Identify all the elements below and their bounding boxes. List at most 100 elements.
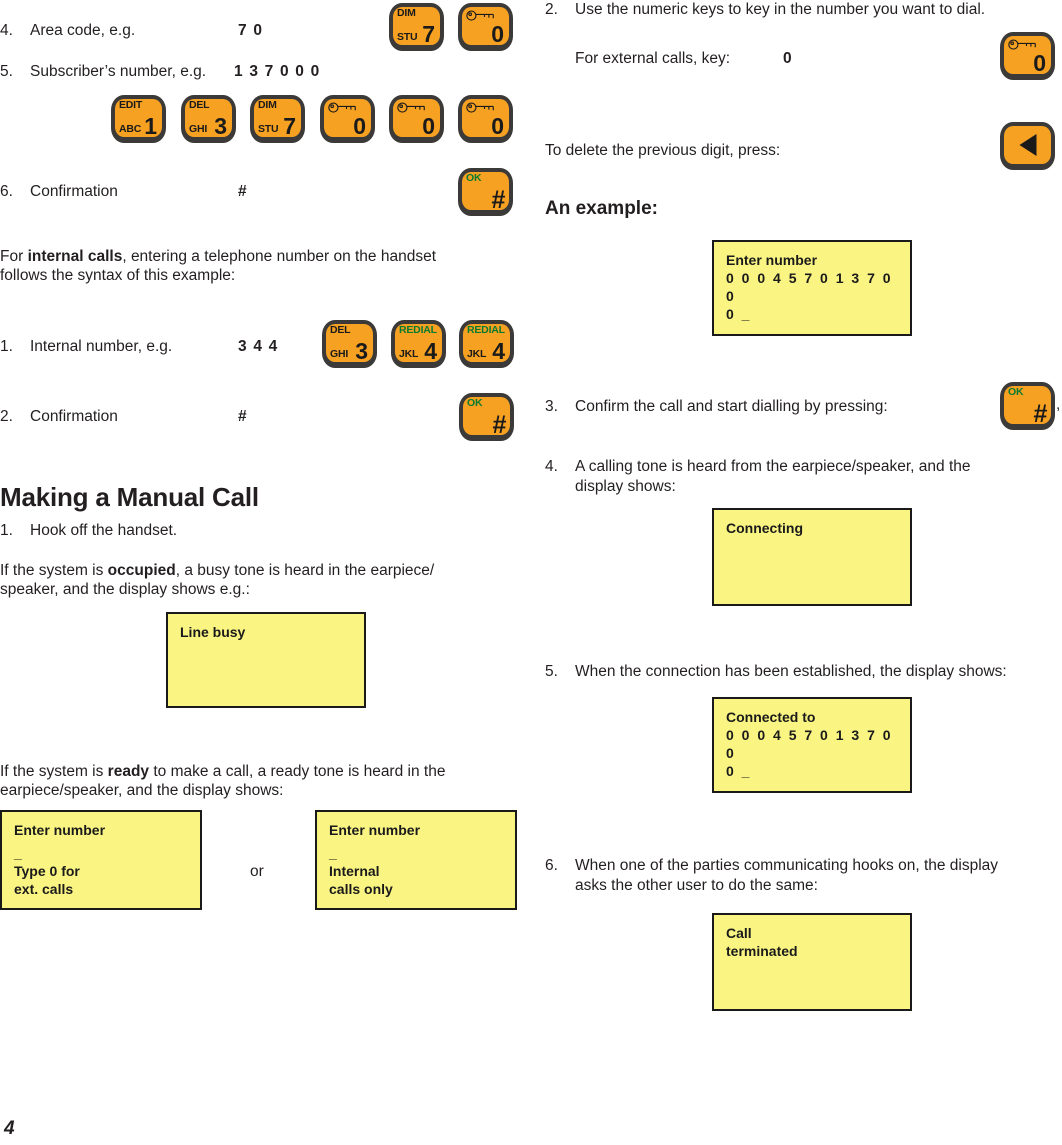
key-face: EDIT ABC 1 [115, 99, 162, 139]
key-face: 0 [393, 99, 440, 139]
key-dim-stu-7[interactable]: DIM STU 7 [250, 95, 305, 143]
key-digit: # [491, 186, 505, 214]
step-label: When the connection has been established… [575, 663, 1007, 680]
key-top-label: DIM [397, 7, 416, 19]
key-digit: 1 [144, 113, 157, 139]
lcd-line-1: Connected to [726, 709, 816, 725]
key-redial-jkl-4[interactable]: REDIAL JKL 4 [459, 320, 514, 368]
occupied-bold: occupied [107, 562, 176, 579]
key-zero[interactable]: 0 [458, 3, 513, 51]
key-face: REDIAL JKL 4 [395, 324, 442, 364]
page-number: 4 [4, 1118, 15, 1139]
occupied-line2: speaker, and the display shows e.g.: [0, 581, 250, 598]
lcd-line-4: ext. calls [14, 881, 74, 897]
key-digit: # [492, 411, 506, 439]
step-label: Subscriber’s number, e.g. [30, 63, 207, 80]
lcd-line-3: 0 _ [726, 763, 752, 779]
step-number: 6. [545, 857, 558, 874]
step-number: 2. [545, 1, 558, 18]
left-arrow-icon [1019, 134, 1036, 156]
key-face: DIM STU 7 [254, 99, 301, 139]
external-calls-line: For external calls, key: 0 [575, 49, 1005, 69]
external-calls-label: For external calls, key: [575, 50, 731, 67]
occupied-pre: If the system is [0, 562, 108, 579]
key-zero[interactable]: 0 [320, 95, 375, 143]
lcd-line-3: Internal [329, 863, 380, 879]
key-digit: 7 [283, 113, 296, 139]
internal-calls-intro: For internal calls, entering a telephone… [0, 247, 500, 285]
lcd-line-4: calls only [329, 881, 393, 897]
key-face: DEL GHI 3 [326, 324, 373, 363]
key-digit: 0 [1033, 50, 1046, 76]
key-top-label: REDIAL [467, 324, 505, 336]
lcd-line-3: 0 _ [726, 306, 752, 322]
manual-page: 4. Area code, e.g. 7 0 DIM STU 7 0 5. Su… [0, 0, 1062, 1145]
key-top-label: OK [467, 397, 483, 409]
key-redial-jkl-4[interactable]: REDIAL JKL 4 [391, 320, 446, 368]
lcd-line-1: Enter number [726, 252, 818, 268]
key-zero[interactable]: 0 [389, 95, 444, 143]
lcd-connected-to: Connected to 0 0 0 4 5 7 0 1 3 7 0 0 0 _ [712, 697, 912, 793]
key-face: 0 [324, 99, 371, 139]
key-face: OK # [463, 397, 510, 439]
ready-post: to make a call, a ready tone is heard in… [149, 763, 446, 780]
step-line-1: A calling tone is heard from the earpiec… [575, 458, 971, 475]
step-label: Confirmation [30, 183, 118, 200]
step-label: Hook off the handset. [30, 522, 178, 539]
step-line-2: display shows: [575, 478, 676, 495]
lcd-line-2: 0 0 0 4 5 7 0 1 3 7 0 0 [726, 270, 893, 304]
key-digit: 0 [491, 21, 504, 47]
key-digit: 0 [491, 113, 504, 139]
key-face: 0 [462, 99, 509, 139]
key-edit-abc-1[interactable]: EDIT ABC 1 [111, 95, 166, 143]
lcd-enter-number-internal: Enter number _ Internal calls only [315, 810, 517, 910]
step-label: Confirmation [30, 408, 118, 425]
lcd-enter-number-example: Enter number 0 0 0 4 5 7 0 1 3 7 0 0 0 _ [712, 240, 912, 336]
key-digit: 0 [422, 113, 435, 139]
key-backspace[interactable] [1000, 122, 1055, 170]
lcd-cursor: _ [14, 845, 22, 861]
step-label: Area code, e.g. [30, 22, 136, 39]
key-letters: STU [258, 123, 279, 135]
key-letters: STU [397, 31, 418, 43]
step-value: 3 4 4 [238, 338, 279, 355]
step-value: 7 0 [238, 22, 264, 39]
or-label: or [250, 863, 264, 880]
ready-paragraph: If the system is ready to make a call, a… [0, 762, 510, 800]
step-value: # [238, 183, 248, 200]
key-ok-hash[interactable]: OK # [458, 168, 513, 216]
key-letters: GHI [330, 348, 349, 360]
key-del-ghi-3[interactable]: DEL GHI 3 [181, 95, 236, 143]
occupied-paragraph: If the system is occupied, a busy tone i… [0, 561, 500, 599]
ready-pre: If the system is [0, 763, 108, 780]
key-face: 0 [1004, 36, 1051, 76]
lcd-line-2: terminated [726, 943, 798, 959]
key-dim-stu-7[interactable]: DIM STU 7 [389, 3, 444, 51]
key-zero[interactable]: 0 [1000, 32, 1055, 80]
step-number: 1. [0, 338, 13, 355]
key-zero[interactable]: 0 [458, 95, 513, 143]
key-top-label: OK [1008, 386, 1024, 398]
key-top-label: DIM [258, 99, 277, 111]
key-del-ghi-3[interactable]: DEL GHI 3 [322, 320, 377, 368]
lcd-cursor: _ [329, 845, 337, 861]
lcd-line-2: 0 0 0 4 5 7 0 1 3 7 0 0 [726, 727, 893, 761]
key-face: DEL GHI 3 [185, 99, 232, 138]
ok-key-trailing-comma: , [1056, 396, 1061, 413]
step-number: 1. [0, 522, 13, 539]
key-ok-hash[interactable]: OK # [459, 393, 514, 441]
key-ok-hash[interactable]: OK # [1000, 382, 1055, 430]
ready-line2: earpiece/speaker, and the display shows: [0, 782, 284, 799]
key-digit: 0 [353, 113, 366, 139]
key-face: REDIAL JKL 4 [463, 324, 510, 363]
intro-line2: follows the syntax of this example: [0, 267, 236, 284]
step-number: 6. [0, 183, 13, 200]
lcd-line-3: Type 0 for [14, 863, 80, 879]
intro-post: , entering a telephone number on the han… [122, 248, 437, 265]
step-number: 3. [545, 398, 558, 415]
lcd-line-1: Enter number [329, 822, 421, 838]
step-value: # [238, 408, 248, 425]
step-line-2: asks the other user to do the same: [575, 877, 818, 894]
key-digit: 4 [424, 338, 437, 364]
lcd-connecting: Connecting [712, 508, 912, 606]
